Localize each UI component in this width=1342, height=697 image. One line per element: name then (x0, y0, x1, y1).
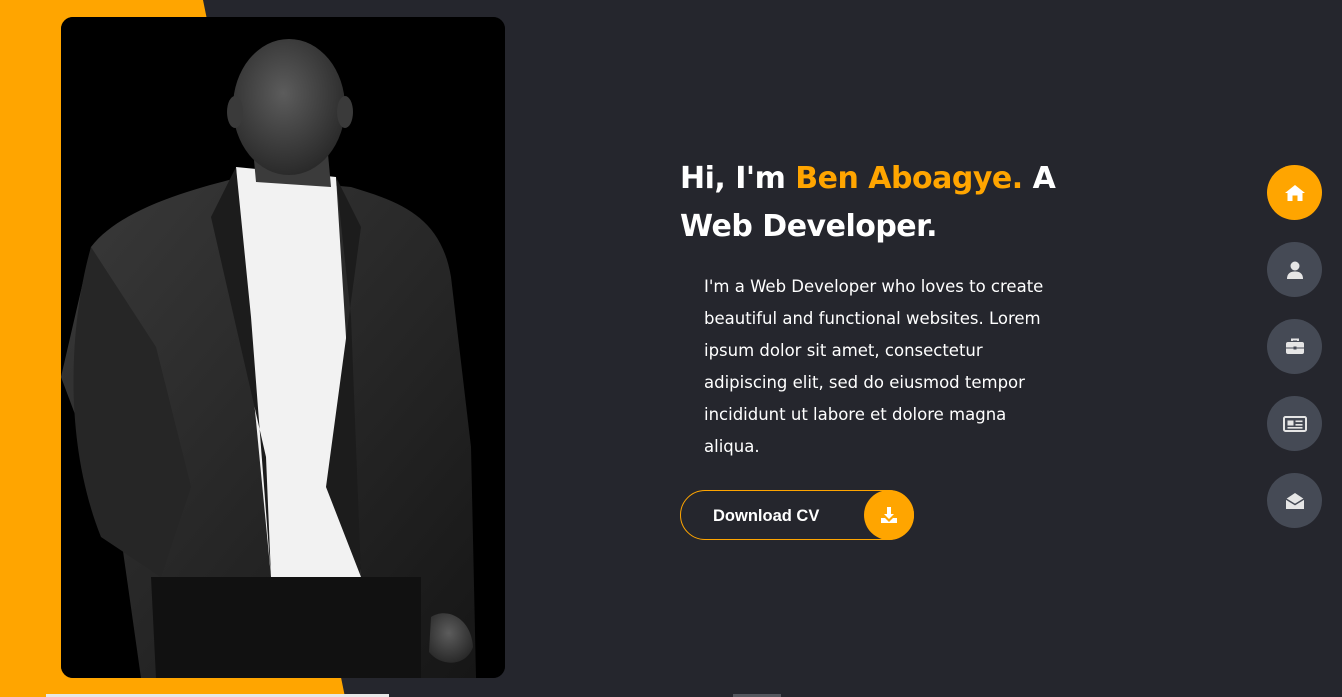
download-cv-button[interactable]: Download CV (680, 490, 914, 540)
side-navigation (1267, 165, 1322, 550)
hero-title-prefix: Hi, I'm (680, 161, 796, 196)
hero-name: Ben Aboagye. (795, 161, 1023, 196)
download-cv-label: Download CV (713, 507, 820, 525)
nav-about-button[interactable] (1267, 242, 1322, 297)
hero-section: Hi, I'm Ben Aboagye. A Web Developer. I'… (680, 155, 1100, 463)
user-icon (1286, 261, 1303, 279)
profile-photo (61, 17, 505, 678)
newspaper-icon (1282, 415, 1307, 432)
home-icon (1284, 184, 1305, 201)
nav-portfolio-button[interactable] (1267, 319, 1322, 374)
briefcase-icon (1285, 338, 1304, 354)
nav-blog-button[interactable] (1267, 396, 1322, 451)
download-icon (864, 490, 914, 540)
nav-home-button[interactable] (1267, 165, 1322, 220)
hero-title: Hi, I'm Ben Aboagye. A Web Developer. (680, 155, 1100, 251)
hero-description: I'm a Web Developer who loves to create … (704, 277, 1044, 456)
envelope-open-icon (1285, 492, 1304, 509)
nav-contact-button[interactable] (1267, 473, 1322, 528)
